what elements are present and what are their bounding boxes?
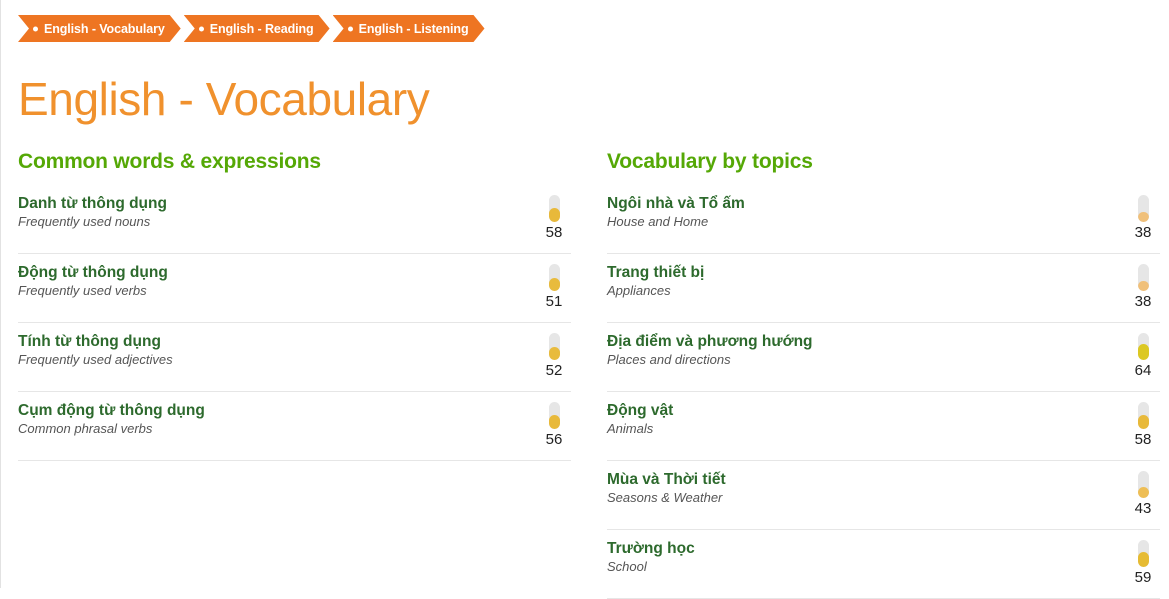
list-item-subtitle: Animals	[607, 421, 654, 437]
list-item-subtitle: Frequently used verbs	[18, 283, 147, 299]
list-item-text: Trang thiết bị Appliances	[607, 263, 1126, 300]
list-item-title: Địa điểm và phương hướng	[607, 333, 813, 350]
list-item-title: Tính từ thông dụng	[18, 333, 161, 350]
list-item-title: Trang thiết bị	[607, 264, 705, 281]
progress-meter-wrap: 59	[1126, 540, 1160, 585]
lesson-count: 43	[1134, 500, 1152, 517]
progress-meter-icon	[1137, 264, 1149, 291]
list-item-title: Trường học	[607, 540, 695, 557]
progress-meter-wrap: 58	[537, 195, 571, 240]
lesson-count: 58	[1134, 431, 1152, 448]
lesson-count: 59	[1134, 569, 1152, 586]
list-item-title: Danh từ thông dụng	[18, 195, 167, 212]
list-item-title: Cụm động từ thông dụng	[18, 402, 205, 419]
lesson-count: 38	[1134, 293, 1152, 310]
section-heading: Common words & expressions	[18, 150, 321, 173]
list-item-subtitle: Common phrasal verbs	[18, 421, 153, 437]
list-item-text: Mùa và Thời tiết Seasons & Weather	[607, 470, 1126, 507]
lesson-count: 64	[1134, 362, 1152, 379]
breadcrumb-tabs: English - Vocabulary English - Reading Eng…	[18, 15, 485, 42]
list-item-subtitle: Appliances	[607, 283, 671, 299]
progress-meter-wrap: 38	[1126, 264, 1160, 309]
list-item-subtitle: Places and directions	[607, 352, 731, 368]
list-item-text: Động từ thông dụng Frequently used verbs	[18, 263, 537, 300]
progress-meter-fill	[1137, 343, 1149, 360]
list-item-subtitle: House and Home	[607, 214, 709, 230]
bullet-dot-icon	[33, 26, 38, 31]
list-item-subtitle: Frequently used adjectives	[18, 352, 173, 368]
breadcrumb-tab-3[interactable]: English - Listening	[333, 15, 485, 42]
breadcrumb-tab-label: English - Reading	[209, 21, 314, 36]
progress-meter-fill	[548, 415, 560, 429]
lesson-list: Ngôi nhà và Tổ ấm House and Home 38 Trang t…	[607, 185, 1160, 599]
list-item[interactable]: Cụm động từ thông dụng Common phrasal ver…	[18, 392, 571, 461]
list-item-text: Cụm động từ thông dụng Common phrasal ver…	[18, 401, 537, 438]
progress-meter-fill	[548, 346, 560, 360]
progress-meter-icon	[548, 402, 560, 429]
list-item[interactable]: Mùa và Thời tiết Seasons & Weather 43	[607, 461, 1160, 530]
lesson-count: 52	[545, 362, 563, 379]
progress-meter-fill	[548, 278, 560, 291]
list-item-subtitle: Seasons & Weather	[607, 490, 723, 506]
list-item[interactable]: Trường học School 59	[607, 530, 1160, 599]
progress-meter-icon	[1137, 195, 1149, 222]
lesson-count: 56	[545, 431, 563, 448]
list-item-text: Ngôi nhà và Tổ ấm House and Home	[607, 194, 1126, 231]
section-heading: Vocabulary by topics	[607, 150, 813, 173]
list-item-text: Tính từ thông dụng Frequently used adject…	[18, 332, 537, 369]
lesson-count: 51	[545, 293, 563, 310]
list-item-title: Mùa và Thời tiết	[607, 471, 726, 488]
column-1: Common words & expressions Danh từ thông …	[18, 150, 571, 599]
list-item-title: Động vật	[607, 402, 674, 419]
list-item-title: Động từ thông dụng	[18, 264, 168, 281]
list-item[interactable]: Danh từ thông dụng Frequently used nouns 5…	[18, 185, 571, 254]
progress-meter-wrap: 58	[1126, 402, 1160, 447]
list-item-text: Trường học School	[607, 539, 1126, 576]
progress-meter-icon	[1137, 540, 1149, 567]
content-columns: Common words & expressions Danh từ thông …	[18, 150, 1160, 599]
progress-meter-fill	[1137, 414, 1149, 429]
column-2: Vocabulary by topics Ngôi nhà và Tổ ấm Hou…	[607, 150, 1160, 599]
bullet-dot-icon	[199, 26, 204, 31]
lesson-list: Danh từ thông dụng Frequently used nouns 5…	[18, 185, 571, 461]
progress-meter-icon	[1137, 471, 1149, 498]
list-item-subtitle: School	[607, 559, 647, 575]
list-item-text: Địa điểm và phương hướng Places and direc…	[607, 332, 1126, 369]
list-item-text: Danh từ thông dụng Frequently used nouns	[18, 194, 537, 231]
progress-meter-icon	[548, 195, 560, 222]
list-item-text: Động vật Animals	[607, 401, 1126, 438]
list-item[interactable]: Trang thiết bị Appliances 38	[607, 254, 1160, 323]
progress-meter-fill	[1137, 486, 1149, 498]
list-item[interactable]: Tính từ thông dụng Frequently used adject…	[18, 323, 571, 392]
progress-meter-icon	[1137, 333, 1149, 360]
progress-meter-fill	[1137, 280, 1149, 291]
breadcrumb-tab-label: English - Vocabulary	[44, 21, 165, 36]
breadcrumb-tab-1[interactable]: English - Vocabulary	[18, 15, 181, 42]
breadcrumb-tab-label: English - Listening	[358, 21, 469, 36]
lesson-count: 38	[1134, 224, 1152, 241]
list-item[interactable]: Địa điểm và phương hướng Places and direc…	[607, 323, 1160, 392]
list-item[interactable]: Động từ thông dụng Frequently used verbs 5…	[18, 254, 571, 323]
progress-meter-icon	[548, 264, 560, 291]
progress-meter-wrap: 43	[1126, 471, 1160, 516]
breadcrumb-tab-2[interactable]: English - Reading	[184, 15, 330, 42]
progress-meter-wrap: 38	[1126, 195, 1160, 240]
progress-meter-wrap: 52	[537, 333, 571, 378]
bullet-dot-icon	[348, 26, 353, 31]
progress-meter-wrap: 64	[1126, 333, 1160, 378]
list-item[interactable]: Ngôi nhà và Tổ ấm House and Home 38	[607, 185, 1160, 254]
list-item-subtitle: Frequently used nouns	[18, 214, 151, 230]
progress-meter-wrap: 56	[537, 402, 571, 447]
progress-meter-wrap: 51	[537, 264, 571, 309]
progress-meter-icon	[548, 333, 560, 360]
progress-meter-icon	[1137, 402, 1149, 429]
list-item[interactable]: Động vật Animals 58	[607, 392, 1160, 461]
progress-meter-fill	[1137, 211, 1149, 222]
lesson-count: 58	[545, 224, 563, 241]
page-title: English - Vocabulary	[18, 73, 430, 125]
progress-meter-fill	[548, 207, 560, 222]
progress-meter-fill	[1137, 552, 1149, 567]
list-item-title: Ngôi nhà và Tổ ấm	[607, 195, 745, 212]
